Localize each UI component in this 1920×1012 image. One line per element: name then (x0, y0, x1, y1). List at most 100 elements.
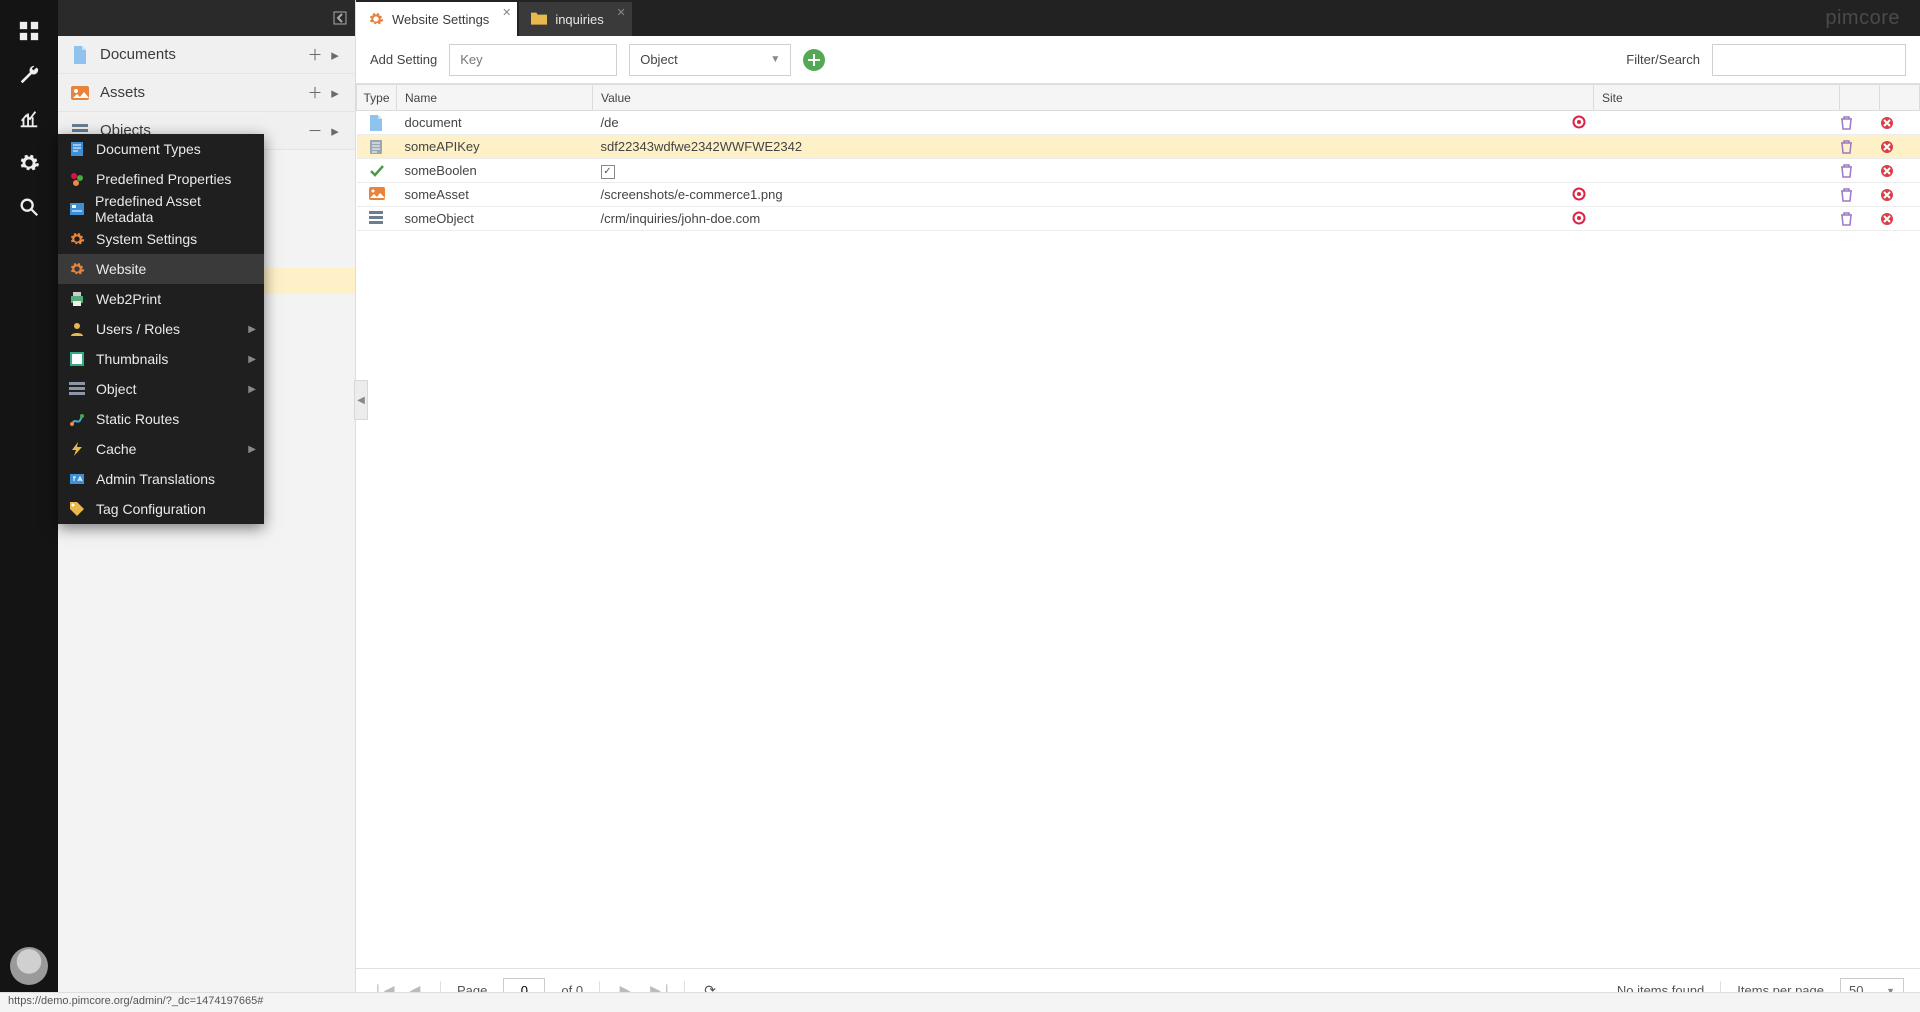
close-icon[interactable]: ✕ (617, 6, 626, 19)
gear-icon (368, 11, 384, 27)
menu-item-label: Document Types (96, 141, 201, 157)
table-row[interactable]: someObject/crm/inquiries/john-doe.com (357, 207, 1920, 231)
menu-item-tag-configuration[interactable]: Tag Configuration (58, 494, 264, 524)
gear-o-icon (68, 260, 86, 278)
trash-icon[interactable] (1840, 188, 1880, 202)
target-icon[interactable] (1572, 211, 1586, 225)
sidebar-section-assets[interactable]: Assets ＋ ▸ (58, 74, 355, 112)
cell-name: someObject (405, 211, 474, 226)
delete-icon[interactable] (1880, 116, 1920, 130)
cell-value: sdf22343wdfwe2342WWFWE2342 (601, 139, 803, 154)
trash-icon[interactable] (1840, 140, 1880, 154)
menu-item-label: Website (96, 261, 146, 277)
search-icon[interactable] (10, 188, 48, 226)
cell-name: someBoolen (405, 163, 477, 178)
menu-item-web2print[interactable]: Web2Print (58, 284, 264, 314)
filter-input[interactable] (1712, 44, 1906, 76)
collapse-objects-icon[interactable]: － (307, 123, 323, 139)
chevron-right-icon: ▶ (248, 444, 256, 455)
menu-item-admin-translations[interactable]: Admin Translations (58, 464, 264, 494)
chart-icon[interactable] (10, 100, 48, 138)
tab-label: Website Settings (392, 12, 489, 27)
settings-menu: Document Types Predefined Properties Prede… (58, 134, 264, 524)
col-header-site[interactable]: Site (1594, 85, 1840, 111)
print-icon (68, 290, 86, 308)
main-panel: Website Settings ✕ inquiries ✕ pimcore A… (356, 0, 1920, 1012)
menu-item-thumbnails[interactable]: Thumbnails ▶ (58, 344, 264, 374)
menu-item-cache[interactable]: Cache ▶ (58, 434, 264, 464)
text-type-icon (369, 139, 385, 155)
trash-icon[interactable] (1840, 116, 1880, 130)
expand-objects-icon[interactable]: ▸ (327, 123, 343, 139)
routes-icon (68, 410, 86, 428)
table-row[interactable]: someAPIKey sdf22343wdfwe2342WWFWE2342 (357, 135, 1920, 159)
sidebar-section-documents[interactable]: Documents ＋ ▸ (58, 36, 355, 74)
table-row[interactable]: document/de (357, 111, 1920, 135)
add-asset-icon[interactable]: ＋ (307, 85, 323, 101)
add-document-icon[interactable]: ＋ (307, 47, 323, 63)
menu-item-label: Predefined Properties (96, 171, 231, 187)
menu-item-label: Cache (96, 441, 136, 457)
col-header-trash (1840, 85, 1880, 111)
sidebar-collapse-icon[interactable] (333, 11, 347, 25)
delete-icon[interactable] (1880, 164, 1920, 178)
settings-icon[interactable] (10, 144, 48, 182)
sidebar-section-label: Documents (100, 46, 176, 63)
type-select[interactable]: Object ▼ (629, 44, 791, 76)
chevron-right-icon: ▶ (248, 354, 256, 365)
col-header-type[interactable]: Type (357, 85, 397, 111)
menu-item-document-types[interactable]: Document Types (58, 134, 264, 164)
target-icon[interactable] (1572, 115, 1586, 129)
user-avatar[interactable] (10, 947, 48, 985)
menu-item-object[interactable]: Object ▶ (58, 374, 264, 404)
filter-label: Filter/Search (1626, 52, 1700, 67)
menu-item-users-roles[interactable]: Users / Roles▶ (58, 314, 264, 344)
splitter-handle[interactable]: ◀ (354, 380, 368, 420)
bool-type-icon (369, 163, 385, 179)
menu-item-label: Object (96, 381, 136, 397)
add-setting-button[interactable] (803, 49, 825, 71)
checkbox-icon: ✓ (601, 165, 615, 179)
thumb-icon (68, 350, 86, 368)
menu-item-label: Thumbnails (96, 351, 168, 367)
menu-item-website[interactable]: Website (58, 254, 264, 284)
bolt-icon (68, 440, 86, 458)
key-input[interactable] (449, 44, 617, 76)
trash-icon[interactable] (1840, 212, 1880, 226)
expand-assets-icon[interactable]: ▸ (327, 85, 343, 101)
menu-item-label: Tag Configuration (96, 501, 206, 517)
menu-item-label: System Settings (96, 231, 197, 247)
settings-grid: Type Name Value Site document/de someAPI… (356, 84, 1920, 968)
object-icon (68, 380, 86, 398)
delete-icon[interactable] (1880, 140, 1920, 154)
wrench-icon[interactable] (10, 56, 48, 94)
trash-icon[interactable] (1840, 164, 1880, 178)
apps-icon[interactable] (10, 12, 48, 50)
delete-icon[interactable] (1880, 212, 1920, 226)
col-header-value[interactable]: Value (593, 85, 1594, 111)
col-header-name[interactable]: Name (397, 85, 593, 111)
menu-item-predefined-asset-metadata[interactable]: Predefined Asset Metadata (58, 194, 264, 224)
target-icon[interactable] (1572, 187, 1586, 201)
delete-icon[interactable] (1880, 188, 1920, 202)
tab-website-settings[interactable]: Website Settings ✕ (356, 2, 517, 36)
user-icon (68, 320, 86, 338)
menu-item-system-settings[interactable]: System Settings (58, 224, 264, 254)
add-setting-label: Add Setting (370, 52, 437, 67)
cell-name: someAPIKey (405, 139, 480, 154)
menu-item-static-routes[interactable]: Static Routes (58, 404, 264, 434)
table-row[interactable]: someBoolen ✓ (357, 159, 1920, 183)
doc-type-icon (68, 140, 86, 158)
table-row[interactable]: someAsset/screenshots/e-commerce1.png (357, 183, 1920, 207)
close-icon[interactable]: ✕ (502, 6, 511, 19)
asset-type-icon (369, 187, 385, 203)
sidebar-section-label: Assets (100, 84, 145, 101)
cell-value: /screenshots/e-commerce1.png (601, 187, 783, 202)
asset-icon (70, 83, 90, 103)
menu-item-predefined-properties[interactable]: Predefined Properties (58, 164, 264, 194)
tag-icon (68, 500, 86, 518)
tab-inquiries[interactable]: inquiries ✕ (519, 2, 631, 36)
chevron-right-icon: ▶ (248, 384, 256, 395)
expand-documents-icon[interactable]: ▸ (327, 47, 343, 63)
tab-bar: Website Settings ✕ inquiries ✕ pimcore (356, 0, 1920, 36)
